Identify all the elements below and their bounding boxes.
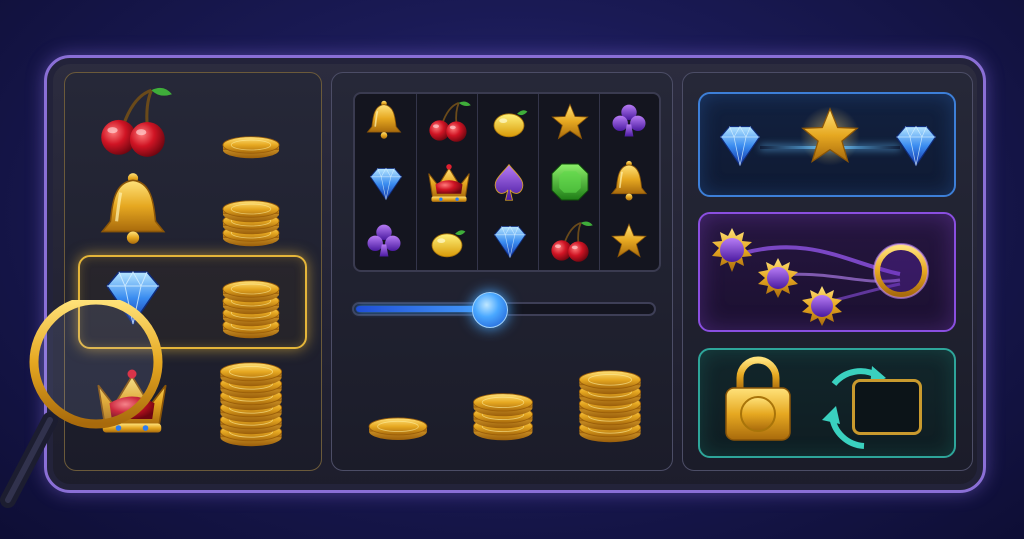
coin-icon [218, 199, 284, 224]
coin-icon [364, 416, 432, 442]
magnifier-icon [0, 300, 163, 508]
bet-coin-stack-small [364, 396, 432, 442]
bell-icon [606, 158, 652, 204]
diamond-icon [884, 116, 948, 176]
respin-slot [852, 379, 922, 435]
lemon-icon [486, 100, 532, 146]
star-icon [796, 102, 864, 170]
star-icon [608, 220, 650, 262]
coin-icon [215, 361, 287, 388]
coin-icon [218, 279, 284, 304]
bet-slider-thumb[interactable] [472, 292, 508, 328]
paytable-coin-stack-3 [218, 266, 284, 340]
paytable-coin-stack-4 [215, 350, 287, 448]
diamond-icon [708, 116, 772, 176]
diamond-icon [362, 160, 410, 208]
portal-ring-icon [873, 243, 929, 299]
star-icon [548, 100, 592, 144]
coin-icon [468, 392, 538, 418]
lock-icon [725, 356, 791, 441]
cherry-icon [424, 98, 472, 146]
spade-icon [486, 160, 532, 206]
paytable-coin-stack-1 [218, 114, 284, 160]
bet-coin-stack-medium [468, 368, 538, 442]
purple-orb-icon [712, 228, 752, 272]
coin-icon [574, 369, 646, 396]
cherry-icon [546, 218, 594, 266]
purple-orb-icon [802, 286, 842, 326]
bet-coin-stack-large [574, 336, 646, 444]
club-icon [607, 98, 651, 142]
bet-slider-fill [356, 306, 491, 312]
coin-icon [218, 135, 284, 160]
lemon-icon [424, 220, 470, 266]
club-icon [362, 218, 406, 262]
cherry-icon [92, 82, 174, 164]
emerald-icon [546, 158, 594, 206]
bell-icon [92, 168, 174, 250]
diamond-icon [486, 218, 534, 266]
crown-icon [422, 156, 476, 210]
purple-orb-icon [758, 258, 798, 298]
bell-icon [362, 98, 406, 142]
paytable-coin-stack-2 [218, 186, 284, 248]
